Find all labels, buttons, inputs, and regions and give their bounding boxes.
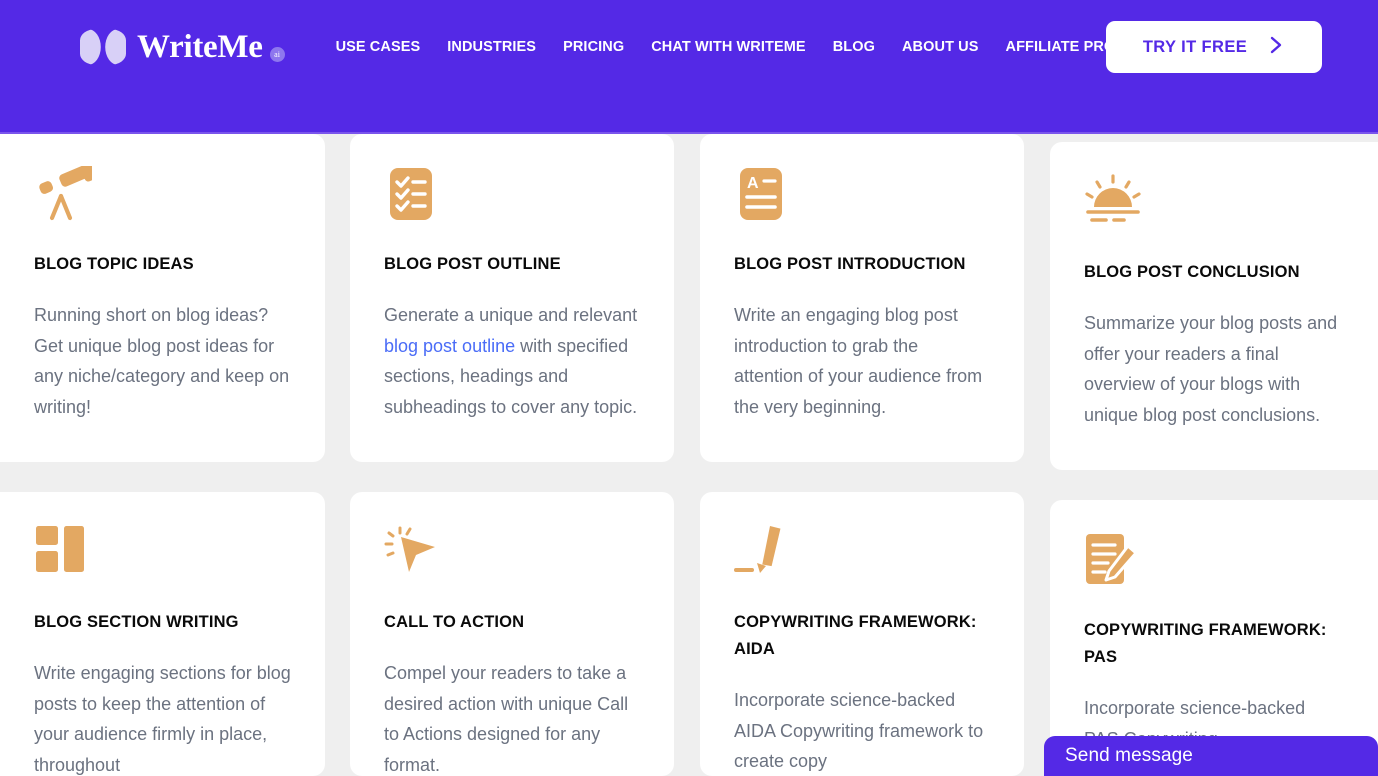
- feature-card[interactable]: A BLOG POST INTRODUCTION Write an engagi…: [700, 134, 1024, 462]
- feature-card-grid: BLOG TOPIC IDEAS Running short on blog i…: [0, 134, 1378, 776]
- card-description: Incorporate science-backed AIDA Copywrit…: [734, 685, 990, 776]
- feature-card[interactable]: BLOG SECTION WRITING Write engaging sect…: [0, 492, 325, 776]
- nav-item-industries[interactable]: INDUSTRIES: [447, 39, 536, 55]
- logo-ai-badge: ai: [270, 47, 285, 62]
- feature-card[interactable]: COPYWRITING FRAMEWORK: PAS Incorporate s…: [1050, 500, 1378, 776]
- try-it-free-label: TRY IT FREE: [1143, 38, 1247, 57]
- card-title: BLOG SECTION WRITING: [34, 609, 291, 636]
- telescope-icon: [34, 166, 291, 224]
- document-edit-icon: [1084, 532, 1344, 590]
- card-description: Generate a unique and relevant blog post…: [384, 300, 640, 422]
- writeme-lens-logo-icon: [80, 29, 126, 65]
- card-title: COPYWRITING FRAMEWORK: AIDA: [734, 609, 990, 663]
- logo[interactable]: WriteMe ai: [80, 29, 285, 65]
- layout-blocks-icon: [34, 524, 291, 582]
- card-description: Summarize your blog posts and offer your…: [1084, 308, 1344, 430]
- card-description-text: Incorporate science-backed AIDA Copywrit…: [734, 690, 983, 771]
- document-a-icon: A: [734, 166, 990, 224]
- card-title: COPYWRITING FRAMEWORK: PAS: [1084, 617, 1344, 671]
- logo-text: WriteMe: [137, 31, 263, 64]
- card-title: CALL TO ACTION: [384, 609, 640, 636]
- card-title: BLOG POST INTRODUCTION: [734, 251, 990, 278]
- send-message-chat-widget[interactable]: Send message: [1044, 736, 1378, 776]
- nav-item-chat-with-writeme[interactable]: CHAT WITH WRITEME: [651, 39, 805, 55]
- card-title: BLOG POST OUTLINE: [384, 251, 640, 278]
- card-title: BLOG TOPIC IDEAS: [34, 251, 291, 278]
- nav-item-use-cases[interactable]: USE CASES: [336, 39, 421, 55]
- nav-item-blog[interactable]: BLOG: [833, 39, 875, 55]
- nav-item-about-us[interactable]: ABOUT US: [902, 39, 979, 55]
- try-it-free-button[interactable]: TRY IT FREE: [1106, 21, 1322, 73]
- card-description: Compel your readers to take a desired ac…: [384, 658, 640, 776]
- click-cursor-icon: [384, 524, 640, 582]
- checklist-icon: [384, 166, 640, 224]
- card-description-text: Running short on blog ideas? Get unique …: [34, 305, 289, 417]
- feature-card[interactable]: BLOG POST CONCLUSION Summarize your blog…: [1050, 142, 1378, 470]
- svg-text:A: A: [747, 175, 759, 192]
- feature-card[interactable]: BLOG POST OUTLINE Generate a unique and …: [350, 134, 674, 462]
- sunset-icon: [1084, 174, 1344, 232]
- feature-card[interactable]: COPYWRITING FRAMEWORK: AIDA Incorporate …: [700, 492, 1024, 776]
- card-description: Write engaging sections for blog posts t…: [34, 658, 291, 776]
- card-description-text-before: Generate a unique and relevant: [384, 305, 637, 325]
- feature-card[interactable]: BLOG TOPIC IDEAS Running short on blog i…: [0, 134, 325, 462]
- pencil-icon: [734, 524, 990, 582]
- card-title: BLOG POST CONCLUSION: [1084, 259, 1344, 286]
- card-description-text: Write engaging sections for blog posts t…: [34, 663, 291, 775]
- send-message-label: Send message: [1065, 745, 1193, 767]
- card-description: Running short on blog ideas? Get unique …: [34, 300, 291, 422]
- nav-item-pricing[interactable]: PRICING: [563, 39, 624, 55]
- card-description: Write an engaging blog post introduction…: [734, 300, 990, 422]
- card-description-link[interactable]: blog post outline: [384, 336, 515, 356]
- main-nav: USE CASES INDUSTRIES PRICING CHAT WITH W…: [336, 39, 1160, 55]
- chevron-right-icon: [1269, 35, 1285, 60]
- feature-card[interactable]: CALL TO ACTION Compel your readers to ta…: [350, 492, 674, 776]
- card-description-text: Summarize your blog posts and offer your…: [1084, 313, 1337, 425]
- card-description-text: Write an engaging blog post introduction…: [734, 305, 982, 417]
- site-header: WriteMe ai USE CASES INDUSTRIES PRICING …: [0, 0, 1378, 134]
- card-description-text: Compel your readers to take a desired ac…: [384, 663, 628, 775]
